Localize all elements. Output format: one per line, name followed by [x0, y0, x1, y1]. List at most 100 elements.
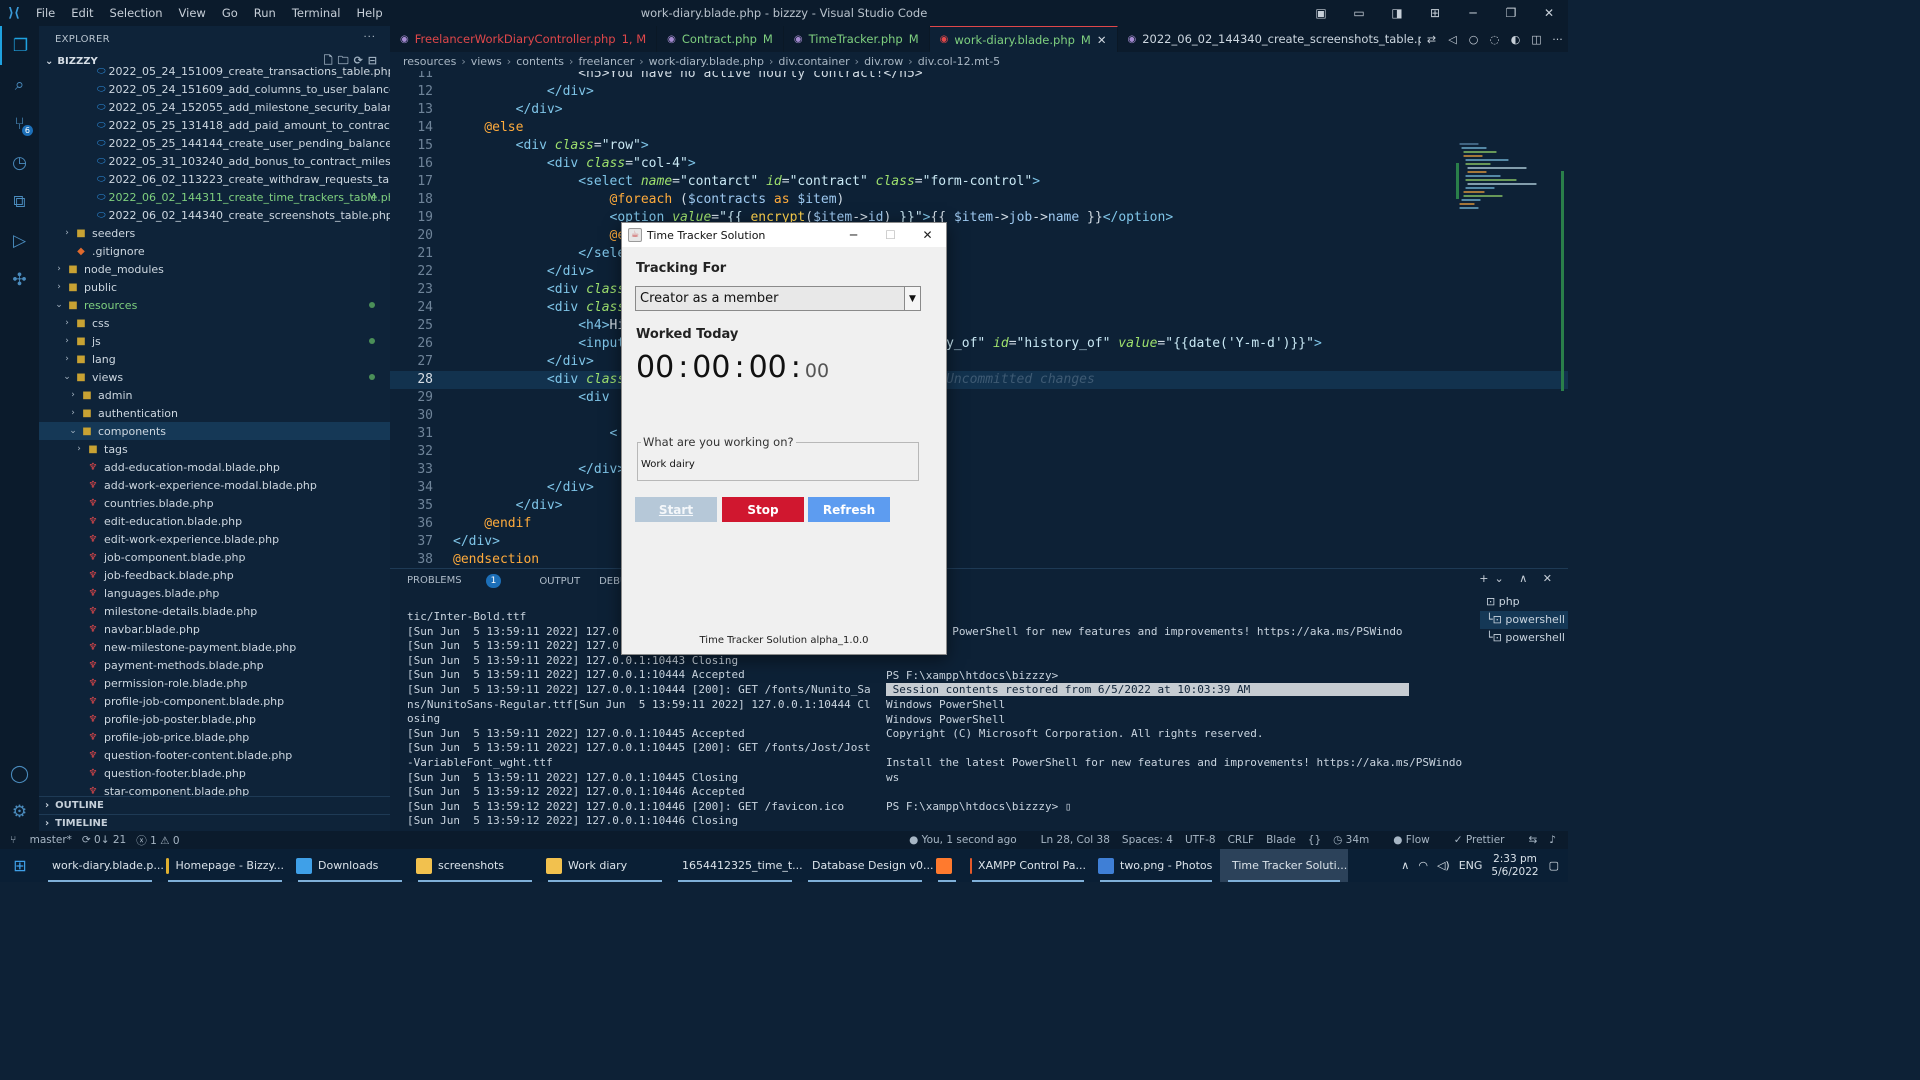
code-line[interactable]: 15 <div class="row"> [390, 137, 1568, 155]
notifications-icon[interactable]: ♪ [1549, 834, 1556, 846]
minimize-button[interactable]: ─ [1454, 6, 1492, 20]
code-line[interactable]: 20 @endforeach [390, 227, 1568, 245]
menu-item-go[interactable]: Go [214, 0, 246, 26]
code-line[interactable]: 28 <div class Uncommitted changes [390, 371, 1568, 389]
toggle-panel-icon[interactable]: ▭ [1340, 6, 1378, 20]
file-item[interactable]: ♆ edit-education.blade.php [39, 512, 390, 530]
go-forward-icon[interactable]: ○ [1463, 33, 1484, 46]
taskbar-app[interactable]: work-diary.blade.p... [40, 849, 164, 882]
toggle-secondary-sidebar-icon[interactable]: ◨ [1378, 6, 1416, 20]
taskbar-app[interactable]: Downloads [290, 849, 410, 882]
folder-item[interactable]: › ■ tags [39, 440, 390, 458]
file-item[interactable]: ⬭ 2022_06_02_113223_create_withdraw_reque… [39, 170, 390, 188]
flow-status[interactable]: ● Flow [1393, 834, 1441, 846]
account-icon[interactable]: ◯ [0, 754, 39, 793]
folder-item[interactable]: ⌄ ■ views [39, 368, 390, 386]
outline-section[interactable]: › OUTLINE [39, 796, 390, 814]
more-actions-icon[interactable]: ··· [363, 32, 376, 43]
input-language[interactable]: ENG [1459, 859, 1483, 872]
folder-item[interactable]: › ■ authentication [39, 404, 390, 422]
code-line[interactable]: 12 </div> [390, 83, 1568, 101]
branch-status[interactable]: ⑂ master* [10, 834, 72, 846]
sync-status[interactable]: ⟳ 0↓ 21 [82, 834, 126, 846]
run-debug-icon[interactable]: ▷ [0, 221, 39, 260]
go-back-icon[interactable]: ◁ [1442, 33, 1463, 46]
menu-item-terminal[interactable]: Terminal [284, 0, 349, 26]
file-item[interactable]: ⬭ 2022_05_25_131418_add_paid_amount_to_co… [39, 116, 390, 134]
file-item[interactable]: ♆ add-work-experience-modal.blade.php [39, 476, 390, 494]
timeline-section[interactable]: › TIMELINE [39, 814, 390, 831]
tracking-for-select[interactable]: Creator as a member ▼ [635, 286, 921, 311]
folder-item[interactable]: › ■ public [39, 278, 390, 296]
close-tab-icon[interactable]: ✕ [1097, 33, 1107, 47]
taskbar-app[interactable] [930, 849, 964, 882]
folder-item[interactable]: › ■ seeders [39, 224, 390, 242]
file-item[interactable]: ♆ languages.blade.php [39, 584, 390, 602]
file-item[interactable]: ⬭ 2022_05_25_144144_create_user_pending_b… [39, 134, 390, 152]
git-graph-icon[interactable]: ◷ [0, 143, 39, 182]
tab-problems[interactable]: PROBLEMS 1 [407, 574, 520, 588]
file-item[interactable]: ♆ profile-job-poster.blade.php [39, 710, 390, 728]
folder-item[interactable]: › ■ lang [39, 350, 390, 368]
git-lens-icon[interactable]: ◌ [1484, 33, 1505, 46]
taskbar-app[interactable]: Database Design v0... [800, 849, 933, 882]
file-item[interactable]: ♆ profile-job-price.blade.php [39, 728, 390, 746]
code-line[interactable]: 17 <select name="contarct" id="contract"… [390, 173, 1568, 191]
explorer-icon[interactable]: ❐ [0, 26, 39, 65]
code-line[interactable]: 24 <div class [390, 299, 1568, 317]
taskbar-app[interactable]: Work diary [540, 849, 670, 882]
stop-button[interactable]: Stop [722, 497, 804, 522]
code-line[interactable]: 25 <h4>History [390, 317, 1568, 335]
folder-item[interactable]: ⌄ ■ components [39, 422, 390, 440]
code-line[interactable]: 30 [390, 407, 1568, 425]
search-icon[interactable]: ⌕ [0, 65, 39, 104]
remote-icon[interactable]: ✣ [0, 260, 39, 299]
refresh-button[interactable]: Refresh [808, 497, 890, 522]
braces-icon[interactable]: {} [1308, 834, 1321, 846]
file-item[interactable]: ⬭ 2022_06_02_144340_create_screenshots_ta… [39, 206, 390, 224]
code-line[interactable]: 37 </div> [390, 533, 1568, 551]
editor-tab[interactable]: ◉ Contract.php M [657, 26, 784, 52]
breadcrumb-item[interactable]: freelancer [578, 55, 634, 68]
terminal-powershell[interactable]: he latest PowerShell for new features an… [886, 625, 1466, 815]
code-line[interactable]: 11 <h5>You have no active hourly contrac… [390, 71, 1568, 83]
menu-item-help[interactable]: Help [348, 0, 390, 26]
source-control-icon[interactable]: ⑂ 6 [0, 104, 39, 143]
code-line[interactable]: 19 <option value="{{ encrypt($item->id) … [390, 209, 1568, 227]
clock[interactable]: 2:33 pm 5/6/2022 [1491, 853, 1538, 879]
code-line[interactable]: 18 @foreach ($contracts as $item) [390, 191, 1568, 209]
breadcrumb-item[interactable]: work-diary.blade.php [649, 55, 764, 68]
folder-item[interactable]: ⌄ ■ resources [39, 296, 390, 314]
dialog-titlebar[interactable]: ☕ Time Tracker Solution ─ ☐ ✕ [622, 223, 946, 247]
code-line[interactable]: 38 @endsection [390, 551, 1568, 568]
file-item[interactable]: ♆ milestone-details.blade.php [39, 602, 390, 620]
file-item[interactable]: ♆ payment-methods.blade.php [39, 656, 390, 674]
dialog-close-button[interactable]: ✕ [909, 228, 946, 242]
blame-status[interactable]: ● You, 1 second ago [909, 834, 1029, 846]
settings-gear-icon[interactable]: ⚙ [0, 792, 39, 831]
taskbar-app[interactable]: 1654412325_time_t... [670, 849, 803, 882]
file-item[interactable]: ⬭ 2022_05_24_151009_create_transactions_t… [39, 62, 390, 80]
volume-icon[interactable]: ◁) [1437, 859, 1450, 872]
code-line[interactable]: 32 [390, 443, 1568, 461]
code-line[interactable]: 13 </div> [390, 101, 1568, 119]
file-item[interactable]: ⬭ 2022_05_24_151609_add_columns_to_user_b… [39, 80, 390, 98]
live-share-icon[interactable]: ⇆ [1528, 834, 1537, 846]
code-line[interactable]: 23 <div class [390, 281, 1568, 299]
tray-chevron-icon[interactable]: ∧ [1401, 859, 1409, 872]
menu-item-file[interactable]: File [28, 0, 63, 26]
panel-actions[interactable]: +⌄ ∧ ✕ [1479, 572, 1558, 585]
file-item[interactable]: ♆ navbar.blade.php [39, 620, 390, 638]
file-item[interactable]: ♆ countries.blade.php [39, 494, 390, 512]
compare-icon[interactable]: ⇄ [1421, 33, 1442, 46]
code-line[interactable]: 16 <div class="col-4"> [390, 155, 1568, 173]
file-item[interactable]: ◆ .gitignore [39, 242, 390, 260]
breadcrumb-item[interactable]: div.container [778, 55, 849, 68]
file-item[interactable]: ⬭ 2022_06_02_144311_create_time_trackers_… [39, 188, 390, 206]
file-item[interactable]: ♆ permission-role.blade.php [39, 674, 390, 692]
file-item[interactable]: ⬭ 2022_05_31_103240_add_bonus_to_contract… [39, 152, 390, 170]
code-line[interactable]: 21 </select> [390, 245, 1568, 263]
close-button[interactable]: ✕ [1530, 6, 1568, 20]
split-editor-icon[interactable]: ◫ [1526, 33, 1547, 46]
terminal-list-item[interactable]: ⊡ php [1480, 593, 1568, 611]
